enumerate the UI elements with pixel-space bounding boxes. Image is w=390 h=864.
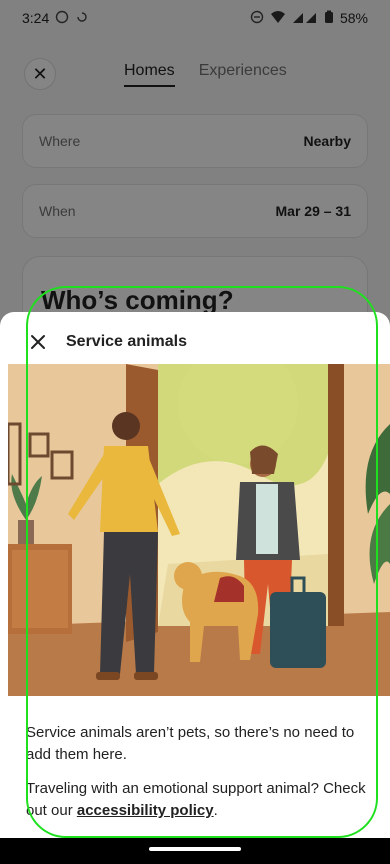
close-icon [31, 335, 45, 349]
accessibility-policy-link[interactable]: accessibility policy [77, 802, 214, 819]
service-animals-info: Service animals aren’t pets, so there’s … [26, 724, 355, 763]
emotional-support-suffix: . [213, 802, 218, 819]
sheet-header: Service animals [0, 330, 390, 354]
service-animal-illustration [8, 364, 390, 696]
home-gesture-handle[interactable] [149, 847, 241, 851]
navigation-bar [0, 838, 390, 864]
sheet-close-button[interactable] [26, 330, 50, 354]
emotional-support-info: Traveling with an emotional support anim… [26, 778, 372, 822]
service-animals-sheet: Service animals Service animals aren’t p… [0, 312, 390, 838]
sheet-title: Service animals [66, 333, 187, 350]
